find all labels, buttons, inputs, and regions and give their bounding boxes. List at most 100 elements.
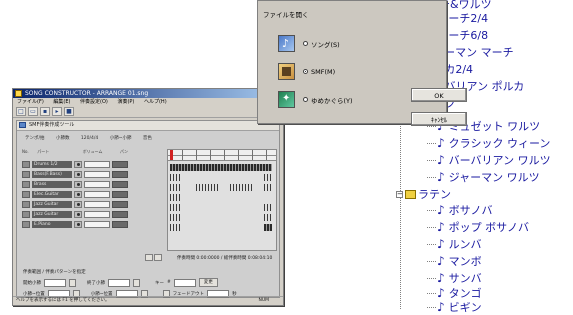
menu-play[interactable]: 演奏(P): [117, 99, 134, 105]
apply-button[interactable]: 変更: [198, 278, 218, 287]
end-bar-spinner[interactable]: [133, 278, 140, 287]
start-bar-input[interactable]: [44, 278, 66, 287]
track-name: Brass: [32, 181, 72, 188]
tree-item[interactable]: ♪ バーバリアン ワルツ: [427, 152, 551, 168]
cancel-button[interactable]: ｷｬﾝｾﾙ: [411, 112, 467, 126]
tree-item[interactable]: ♪ サンバ: [427, 270, 482, 286]
stop-icon[interactable]: ■: [64, 107, 74, 116]
track-number[interactable]: [22, 191, 30, 198]
tree-item[interactable]: ♪ ビギン: [427, 299, 482, 315]
pan-field[interactable]: [112, 211, 128, 218]
pattern-block[interactable]: [196, 184, 220, 191]
start-bar-spinner[interactable]: [69, 278, 76, 287]
pattern-block[interactable]: [264, 214, 272, 221]
menu-edit[interactable]: 編集(E): [53, 99, 70, 105]
pattern-block[interactable]: [264, 184, 272, 191]
open-icon[interactable]: ▭: [28, 107, 38, 116]
pattern-block[interactable]: [264, 204, 272, 211]
document-window: SMF伴奏作成ツール テンポ/拍 小節数 120/4/4 小節~小節 音色 No…: [16, 120, 280, 298]
key-input[interactable]: [173, 278, 196, 287]
volume-field[interactable]: [84, 181, 110, 188]
pattern-block[interactable]: [170, 174, 180, 181]
pattern-block[interactable]: [170, 204, 180, 211]
instrument-icon[interactable]: [74, 191, 82, 198]
pattern-roll[interactable]: [167, 149, 277, 251]
track-number[interactable]: [22, 161, 30, 168]
yumekagura-radio[interactable]: [303, 97, 308, 102]
tree-item[interactable]: ♪ クラシック ウィーン: [427, 135, 550, 151]
toolbar: □ ▭ ▪ ▸ ■: [13, 106, 283, 118]
pattern-block[interactable]: [170, 214, 180, 221]
pattern-block[interactable]: [170, 184, 180, 191]
tree-item-label: ジャーマン ワルツ: [448, 171, 540, 184]
menu-help[interactable]: ヘルプ(H): [144, 99, 167, 105]
pattern-block[interactable]: [170, 164, 272, 171]
instrument-icon[interactable]: [74, 211, 82, 218]
instrument-icon[interactable]: [74, 221, 82, 228]
tree-item[interactable]: ♪ ジャーマン ワルツ: [427, 169, 540, 185]
folder-label: ラテン: [418, 188, 451, 201]
file-open-dialog: ファイルを開く ソング(S) SMF(M) ゆめかぐら(Y): [257, 0, 447, 124]
track-number[interactable]: [22, 211, 30, 218]
volume-field[interactable]: [84, 171, 110, 178]
track-number[interactable]: [22, 201, 30, 208]
volume-field[interactable]: [84, 161, 110, 168]
play-icon[interactable]: ▸: [52, 107, 62, 116]
instrument-icon[interactable]: [74, 161, 82, 168]
app-title-bar[interactable]: SONG CONSTRUCTOR - ARRANGE 01.sng: [13, 89, 283, 98]
collapse-toggle[interactable]: −: [396, 190, 403, 198]
volume-field[interactable]: [84, 191, 110, 198]
tree-folder-latin[interactable]: − ラテン: [396, 186, 451, 202]
track-number[interactable]: [22, 221, 30, 228]
tree-item[interactable]: ♪ ルンバ: [427, 236, 481, 252]
option-yumekagura[interactable]: ゆめかぐら(Y): [278, 91, 353, 108]
save-icon[interactable]: ▪: [40, 107, 50, 116]
song-radio-label[interactable]: ソング(S): [303, 39, 340, 49]
header-no: No.: [22, 149, 29, 154]
pattern-block[interactable]: [264, 174, 272, 181]
pan-field[interactable]: [112, 191, 128, 198]
smf-radio-label[interactable]: SMF(M): [303, 68, 335, 76]
instrument-icon[interactable]: [74, 171, 82, 178]
pan-field[interactable]: [112, 161, 128, 168]
pan-field[interactable]: [112, 171, 128, 178]
scroll-right-button[interactable]: [154, 254, 162, 261]
yumekagura-radio-label[interactable]: ゆめかぐら(Y): [303, 95, 353, 105]
pan-field[interactable]: [112, 181, 128, 188]
tree-item[interactable]: ♪ マンボ: [427, 253, 482, 269]
scroll-left-button[interactable]: [145, 254, 153, 261]
tree-item[interactable]: ♪ ボサノバ: [427, 202, 492, 218]
track-number[interactable]: [22, 171, 30, 178]
instrument-icon[interactable]: [74, 201, 82, 208]
info-tempo-value: 120/4/4: [80, 136, 99, 141]
tree-item[interactable]: ♪ ポップ ボサノバ: [427, 219, 529, 235]
song-radio[interactable]: [303, 41, 308, 46]
menu-settings[interactable]: 伴奏設定(O): [80, 99, 108, 105]
track-row: Brass: [22, 180, 162, 189]
smf-radio[interactable]: [303, 69, 308, 74]
menu-file[interactable]: ファイル(F): [17, 99, 44, 105]
volume-field[interactable]: [84, 201, 110, 208]
pan-field[interactable]: [112, 201, 128, 208]
bar-ruler[interactable]: [168, 150, 276, 161]
track-number[interactable]: [22, 181, 30, 188]
position-marker[interactable]: [170, 150, 173, 160]
end-bar-input[interactable]: [108, 278, 130, 287]
option-song[interactable]: ソング(S): [278, 35, 340, 52]
option-smf[interactable]: SMF(M): [278, 63, 335, 80]
roll-scroll-buttons: [145, 254, 162, 261]
pattern-block[interactable]: [230, 184, 252, 191]
folder-icon: [405, 189, 416, 199]
tree-item-label: クラシック ウィーン: [448, 137, 551, 150]
pattern-block[interactable]: [170, 224, 180, 231]
volume-field[interactable]: [84, 211, 110, 218]
pan-field[interactable]: [112, 221, 128, 228]
accompaniment-controls: 伴奏範囲 / 伴奏パターンを指定 開始小節 終了小節 キー # 変更 小節~位置…: [23, 266, 273, 299]
new-icon[interactable]: □: [16, 107, 26, 116]
volume-field[interactable]: [84, 221, 110, 228]
pattern-block[interactable]: [264, 224, 272, 231]
instrument-icon[interactable]: [74, 181, 82, 188]
document-title-bar[interactable]: SMF伴奏作成ツール: [17, 121, 279, 131]
ok-button[interactable]: OK: [411, 88, 467, 102]
pattern-block[interactable]: [170, 194, 180, 201]
